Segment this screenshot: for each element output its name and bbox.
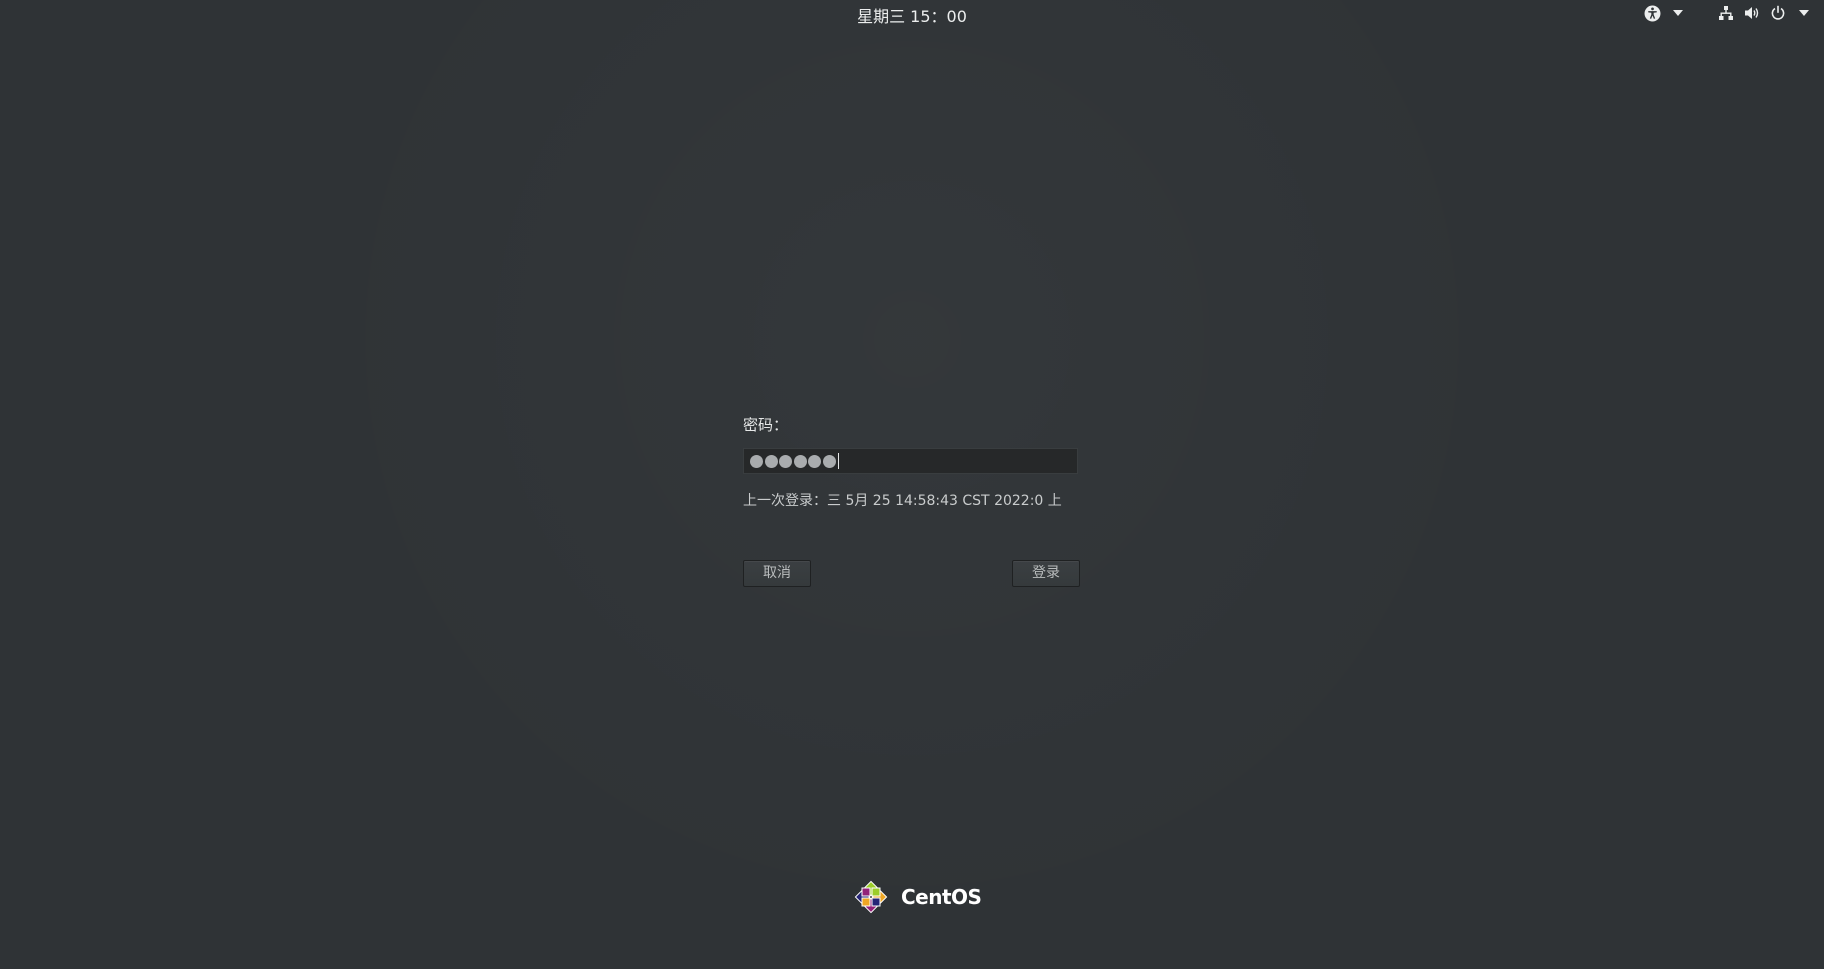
password-mask-dot	[764, 454, 778, 468]
last-login-info: 上一次登录：三 5月 25 14:58:43 CST 2022:0 上	[743, 493, 1062, 509]
clock[interactable]: 星期三 15：00	[0, 3, 1824, 27]
power-icon[interactable]	[1768, 3, 1788, 23]
login-button[interactable]: 登录	[1012, 560, 1080, 587]
centos-logo-icon	[854, 880, 888, 914]
system-tray[interactable]	[1642, 3, 1814, 23]
centos-logo: CentOS	[849, 875, 982, 919]
volume-icon[interactable]	[1742, 3, 1762, 23]
login-screen: 星期三 15：00 密码： 上一次登录：三 5月 25 14:58:43 CST…	[0, 0, 1824, 969]
chevron-down-icon[interactable]	[1794, 3, 1814, 23]
password-mask-dot	[750, 454, 763, 468]
accessibility-icon[interactable]	[1642, 3, 1662, 23]
text-caret	[838, 453, 839, 469]
password-mask-dot	[822, 454, 836, 468]
password-input[interactable]	[743, 448, 1078, 474]
network-icon[interactable]	[1716, 3, 1736, 23]
top-bar: 星期三 15：00	[0, 0, 1824, 26]
password-mask-dot	[779, 454, 792, 468]
password-mask-dot	[808, 454, 821, 468]
cancel-button[interactable]: 取消	[743, 560, 811, 587]
logo-text: CentOS	[901, 885, 982, 909]
password-mask-dot	[793, 454, 807, 468]
login-panel: 密码： 上一次登录：三 5月 25 14:58:43 CST 2022:0 上 …	[743, 414, 1080, 588]
button-row: 取消 登录	[743, 560, 1080, 588]
chevron-down-icon[interactable]	[1668, 3, 1688, 23]
password-label: 密码：	[743, 416, 789, 434]
